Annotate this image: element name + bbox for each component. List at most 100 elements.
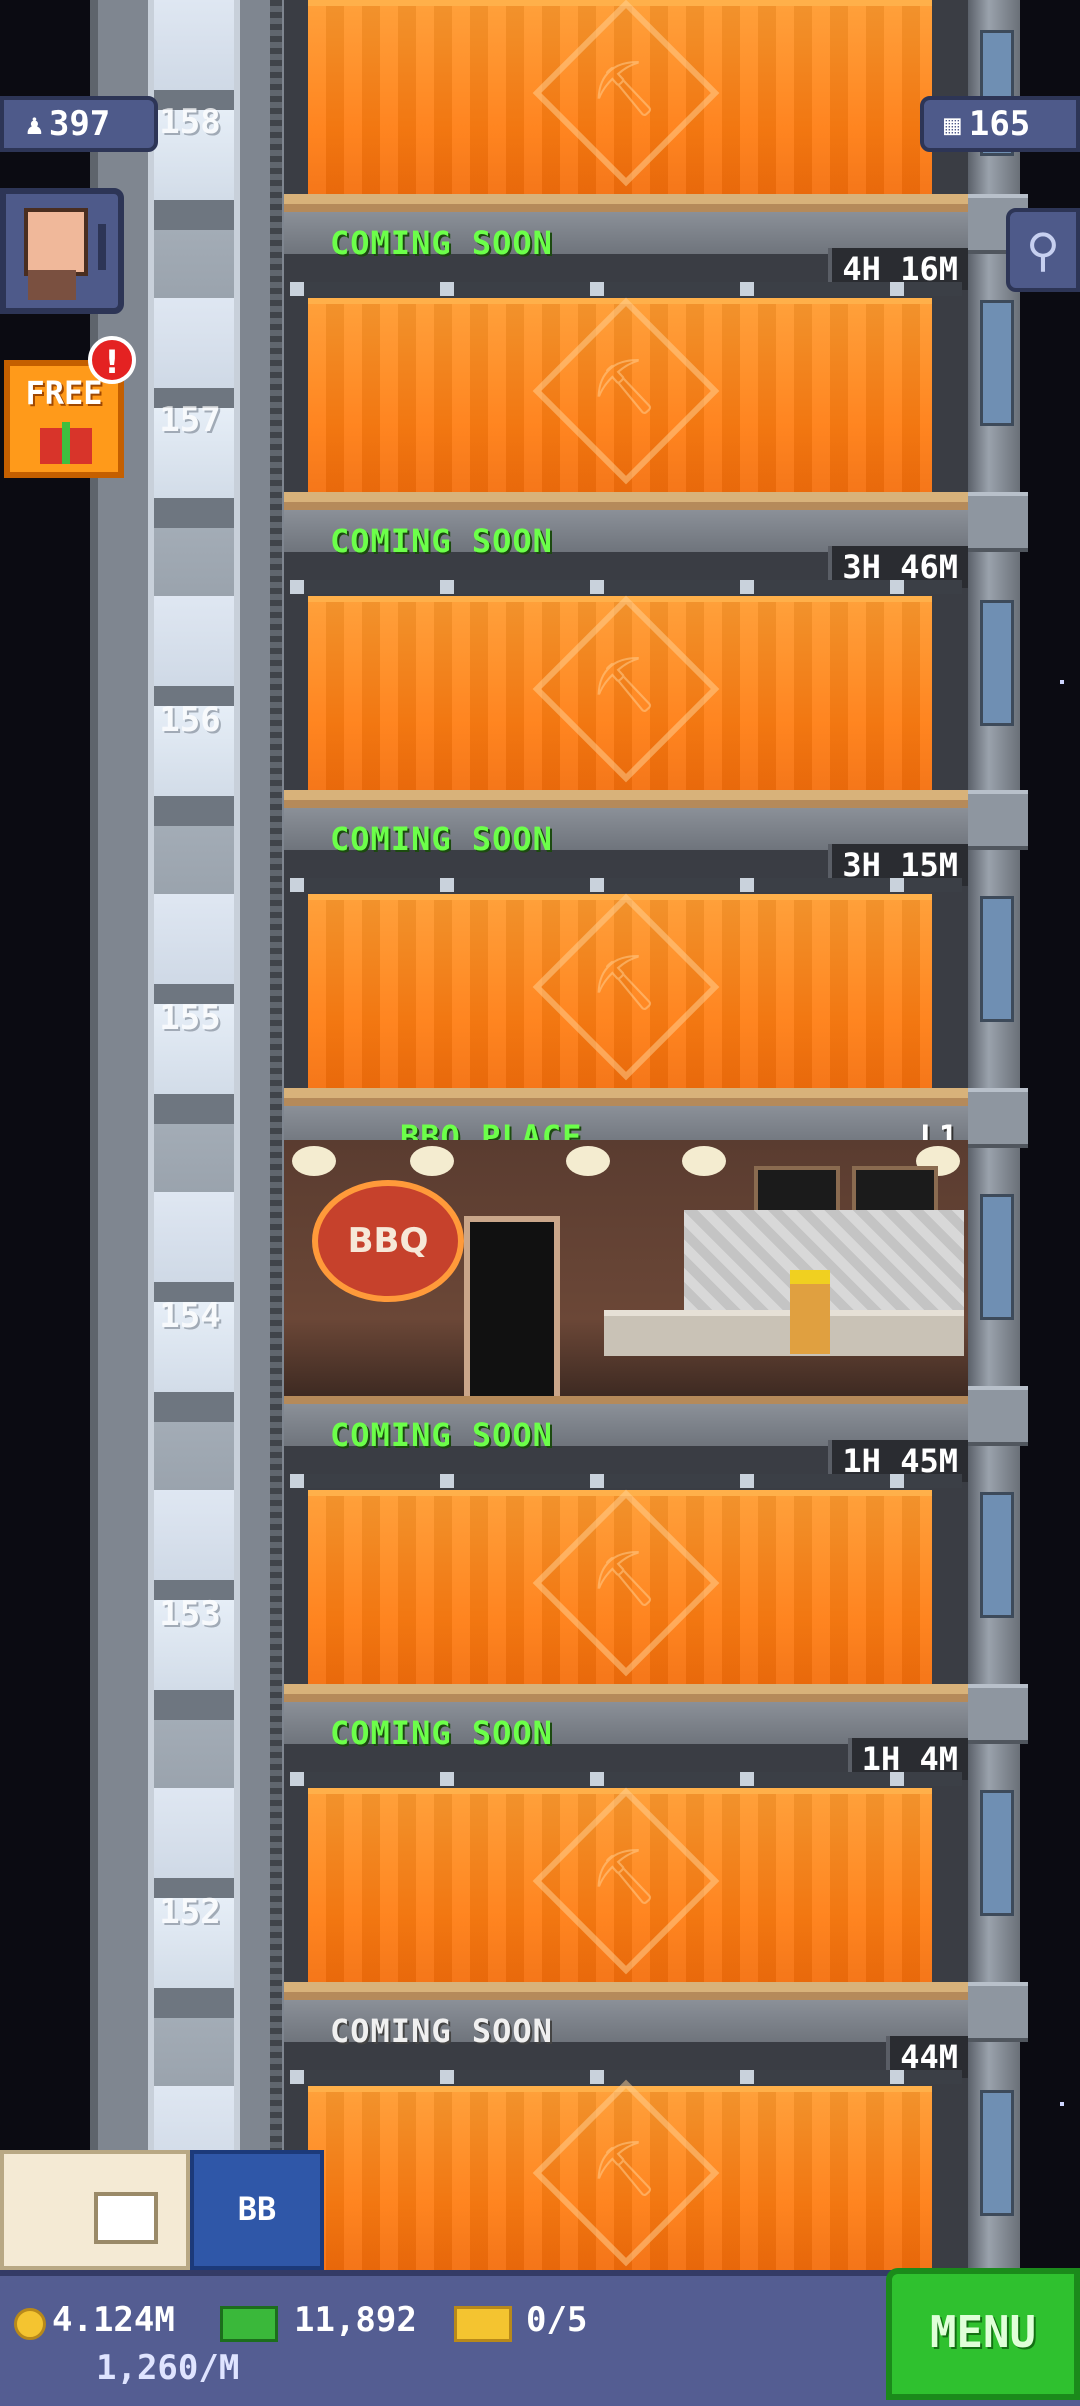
construction-curtain[interactable]: ⛏ — [308, 0, 932, 210]
floor-label-bar: COMING SOON — [284, 1694, 968, 1752]
floor-number-158: 158 — [159, 102, 221, 142]
column-window — [980, 1790, 1014, 1916]
floor-slab — [284, 790, 968, 800]
floor-155-construction[interactable]: COMING SOON 3H 15M ⛏ — [284, 800, 968, 1104]
floor-status-label: COMING SOON — [330, 1714, 553, 1752]
floor-number-155: 155 — [159, 998, 221, 1038]
floor-slab — [284, 1684, 968, 1694]
column-notch — [960, 1684, 1028, 1744]
column-window — [980, 1492, 1014, 1618]
bbq-door — [464, 1216, 560, 1408]
lamp-icon — [682, 1146, 726, 1176]
floor-slab — [284, 1982, 968, 1992]
column-notch — [960, 1386, 1028, 1446]
bux-value: 11,892 — [294, 2300, 417, 2340]
column-window — [980, 1194, 1014, 1320]
floor-151-construction[interactable]: COMING SOON 44M ⛏ — [284, 1992, 968, 2276]
floor-number-154: 154 — [159, 1296, 221, 1336]
bb-button[interactable]: BB — [190, 2150, 324, 2270]
stock-box-tab[interactable] — [0, 2150, 190, 2270]
column-notch — [960, 1982, 1028, 2042]
coin-icon — [14, 2308, 46, 2340]
building-icon: ▦ — [944, 107, 961, 141]
construction-curtain[interactable]: ⛏ — [308, 1489, 932, 1700]
construction-curtain[interactable]: ⛏ — [308, 893, 932, 1104]
column-window — [980, 300, 1014, 426]
construction-curtain[interactable]: ⛏ — [308, 2079, 932, 2276]
floor-152-construction[interactable]: COMING SOON 1H 4M ⛏ — [284, 1694, 968, 1998]
column-window — [980, 600, 1014, 726]
elevator-rail — [270, 0, 282, 2270]
search-button[interactable]: ⚲ — [1006, 208, 1080, 292]
floor-label-bar: COMING SOON — [284, 204, 968, 262]
column-notch — [960, 790, 1028, 850]
star — [1060, 680, 1064, 684]
worker-icon: ⛏ — [590, 653, 659, 717]
floor-number-153: 153 — [159, 1594, 221, 1634]
floor-153-construction[interactable]: COMING SOON 1H 45M ⛏ — [284, 1396, 968, 1700]
floor-status-label: COMING SOON — [330, 224, 553, 262]
tickets-value: 0/5 — [526, 2300, 588, 2340]
floor-status-label: COMING SOON — [330, 820, 553, 858]
floor-number-157: 157 — [159, 400, 221, 440]
bbq-counter — [604, 1310, 964, 1356]
floor-label-bar: COMING SOON — [284, 1396, 968, 1454]
window-strip — [290, 1772, 962, 1786]
cash-icon — [220, 2306, 278, 2342]
column-window — [980, 896, 1014, 1022]
window-strip — [290, 1474, 962, 1488]
construction-curtain[interactable]: ⛏ — [308, 595, 932, 806]
column-notch — [960, 492, 1028, 552]
worker-icon: ⛏ — [590, 57, 659, 121]
window-strip — [290, 580, 962, 594]
floor-status-label: COMING SOON — [330, 522, 553, 560]
floor-157-construction[interactable]: COMING SOON 4H 16M ⛏ — [284, 204, 968, 508]
floor-label-bar: COMING SOON — [284, 502, 968, 560]
construction-curtain[interactable]: ⛏ — [308, 297, 932, 508]
worker-icon: ⛏ — [590, 2137, 659, 2201]
floor-158-construction[interactable]: ⛏ — [284, 0, 968, 210]
building-right-column — [960, 0, 1028, 2270]
window-strip — [290, 282, 962, 296]
floor-slab — [284, 492, 968, 502]
column-notch — [960, 1088, 1028, 1148]
avatar-face — [24, 208, 88, 276]
floor-count-value: 165 — [968, 104, 1031, 144]
worker-icon: ⛏ — [590, 355, 659, 419]
floor-status-label: COMING SOON — [330, 2012, 553, 2050]
free-label: FREE — [25, 374, 103, 412]
floor-label-bar: COMING SOON — [284, 1992, 968, 2050]
lamp-icon — [292, 1146, 336, 1176]
bbq-interior[interactable]: BBQ — [284, 1140, 968, 1408]
floor-slab — [284, 194, 968, 204]
lamp-icon — [410, 1146, 454, 1176]
menu-button[interactable]: MENU — [886, 2268, 1080, 2400]
floor-status-label: COMING SOON — [330, 1416, 553, 1454]
worker-icon: ⛏ — [590, 951, 659, 1015]
population-counter[interactable]: ♟ 397 — [0, 96, 158, 152]
floor-154-bbq-place[interactable]: BBQ PLACE L1 BBQ — [284, 1098, 968, 1408]
alert-badge: ! — [88, 336, 136, 384]
floor-slab — [284, 1088, 968, 1098]
bitizen-avatar-button[interactable] — [0, 188, 124, 314]
magnifier-icon: ⚲ — [1026, 223, 1060, 277]
floor-156-construction[interactable]: COMING SOON 3H 46M ⛏ — [284, 502, 968, 806]
floor-label-bar: COMING SOON — [284, 800, 968, 858]
construction-curtain[interactable]: ⛏ — [308, 1787, 932, 1998]
star — [1060, 2102, 1064, 2106]
worker-icon: ⛏ — [590, 1547, 659, 1611]
coins-value: 4.124M — [52, 2300, 175, 2340]
avatar-body — [28, 270, 76, 300]
avatar-side-mark — [98, 224, 106, 270]
floor-number-156: 156 — [159, 700, 221, 740]
box-icon — [94, 2192, 158, 2244]
population-value: 397 — [48, 104, 111, 144]
bbq-logo: BBQ — [312, 1180, 464, 1302]
floor-number-152: 152 — [159, 1892, 221, 1932]
ticket-icon — [454, 2306, 512, 2342]
gift-ribbon — [62, 422, 70, 464]
coins-rate: 1,260/M — [96, 2348, 240, 2388]
lamp-icon — [566, 1146, 610, 1176]
bitizen-worker[interactable] — [790, 1270, 830, 1354]
floor-count-counter[interactable]: ▦ 165 — [920, 96, 1080, 152]
